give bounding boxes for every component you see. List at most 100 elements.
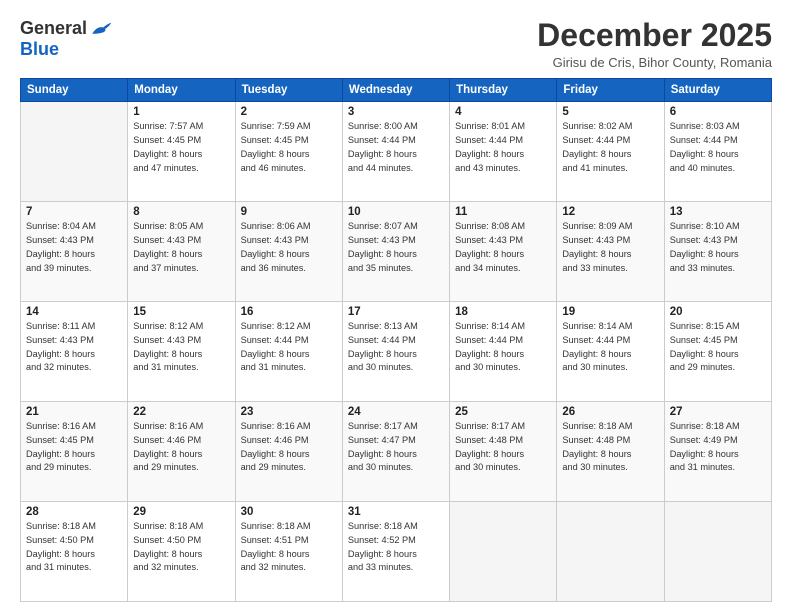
table-row: 7Sunrise: 8:04 AM Sunset: 4:43 PM Daylig…	[21, 202, 128, 302]
day-info: Sunrise: 8:16 AM Sunset: 4:45 PM Dayligh…	[26, 420, 122, 475]
day-number: 14	[26, 306, 122, 318]
calendar-week-4: 28 Sunrise: 8:18 AM Sunset: 4:50 PM Dayli…	[21, 502, 772, 602]
table-row: 23Sunrise: 8:16 AM Sunset: 4:46 PM Dayli…	[235, 402, 342, 502]
table-row: 27 Sunrise: 8:18 AM Sunset: 4:49 PM Dayli…	[664, 402, 771, 502]
day-info: Sunrise: 8:18 AM Sunset: 4:50 PM Dayligh…	[26, 520, 122, 575]
day-info: Sunrise: 8:14 AM Sunset: 4:44 PM Dayligh…	[455, 320, 551, 375]
table-row: 14Sunrise: 8:11 AM Sunset: 4:43 PM Dayli…	[21, 302, 128, 402]
day-info: Sunrise: 8:12 AM Sunset: 4:44 PM Dayligh…	[241, 320, 337, 375]
table-row: 21 Sunrise: 8:16 AM Sunset: 4:45 PM Dayli…	[21, 402, 128, 502]
day-info: Sunrise: 8:17 AM Sunset: 4:48 PM Dayligh…	[455, 420, 551, 475]
table-row	[21, 102, 128, 202]
page: General Blue December 2025 Girisu de Cri…	[0, 0, 792, 612]
day-number: 17	[348, 306, 444, 318]
header-saturday: Saturday	[664, 79, 771, 102]
calendar-header-row: Sunday Monday Tuesday Wednesday Thursday…	[21, 79, 772, 102]
table-row: 16 Sunrise: 8:12 AM Sunset: 4:44 PM Dayli…	[235, 302, 342, 402]
table-row: 30 Sunrise: 8:18 AM Sunset: 4:51 PM Dayli…	[235, 502, 342, 602]
day-info: Sunrise: 8:03 AM Sunset: 4:44 PM Dayligh…	[670, 120, 766, 175]
table-row	[450, 502, 557, 602]
title-section: December 2025 Girisu de Cris, Bihor Coun…	[537, 18, 772, 70]
table-row: 6 Sunrise: 8:03 AM Sunset: 4:44 PM Daylig…	[664, 102, 771, 202]
day-number: 8	[133, 206, 229, 218]
day-info: Sunrise: 8:12 AM Sunset: 4:43 PM Dayligh…	[133, 320, 229, 375]
table-row: 26Sunrise: 8:18 AM Sunset: 4:48 PM Dayli…	[557, 402, 664, 502]
day-number: 11	[455, 206, 551, 218]
day-info: Sunrise: 8:18 AM Sunset: 4:51 PM Dayligh…	[241, 520, 337, 575]
day-info: Sunrise: 8:18 AM Sunset: 4:49 PM Dayligh…	[670, 420, 766, 475]
table-row: 8 Sunrise: 8:05 AM Sunset: 4:43 PM Daylig…	[128, 202, 235, 302]
day-info: Sunrise: 8:18 AM Sunset: 4:52 PM Dayligh…	[348, 520, 444, 575]
day-info: Sunrise: 8:15 AM Sunset: 4:45 PM Dayligh…	[670, 320, 766, 375]
table-row: 29 Sunrise: 8:18 AM Sunset: 4:50 PM Dayli…	[128, 502, 235, 602]
day-number: 24	[348, 406, 444, 418]
header-monday: Monday	[128, 79, 235, 102]
day-number: 27	[670, 406, 766, 418]
day-info: Sunrise: 8:13 AM Sunset: 4:44 PM Dayligh…	[348, 320, 444, 375]
month-title: December 2025	[537, 18, 772, 53]
day-info: Sunrise: 8:08 AM Sunset: 4:43 PM Dayligh…	[455, 220, 551, 275]
day-number: 25	[455, 406, 551, 418]
day-number: 5	[562, 106, 658, 118]
table-row: 4 Sunrise: 8:01 AM Sunset: 4:44 PM Daylig…	[450, 102, 557, 202]
day-info: Sunrise: 8:07 AM Sunset: 4:43 PM Dayligh…	[348, 220, 444, 275]
header-friday: Friday	[557, 79, 664, 102]
day-number: 22	[133, 406, 229, 418]
header: General Blue December 2025 Girisu de Cri…	[20, 18, 772, 70]
day-info: Sunrise: 8:10 AM Sunset: 4:43 PM Dayligh…	[670, 220, 766, 275]
table-row	[664, 502, 771, 602]
day-number: 21	[26, 406, 122, 418]
day-number: 18	[455, 306, 551, 318]
day-number: 30	[241, 506, 337, 518]
day-number: 16	[241, 306, 337, 318]
day-number: 29	[133, 506, 229, 518]
day-number: 1	[133, 106, 229, 118]
table-row: 15 Sunrise: 8:12 AM Sunset: 4:43 PM Dayli…	[128, 302, 235, 402]
table-row: 5 Sunrise: 8:02 AM Sunset: 4:44 PM Daylig…	[557, 102, 664, 202]
header-tuesday: Tuesday	[235, 79, 342, 102]
table-row: 13Sunrise: 8:10 AM Sunset: 4:43 PM Dayli…	[664, 202, 771, 302]
header-sunday: Sunday	[21, 79, 128, 102]
header-wednesday: Wednesday	[342, 79, 449, 102]
day-info: Sunrise: 8:06 AM Sunset: 4:43 PM Dayligh…	[241, 220, 337, 275]
day-info: Sunrise: 7:57 AM Sunset: 4:45 PM Dayligh…	[133, 120, 229, 175]
table-row: 28 Sunrise: 8:18 AM Sunset: 4:50 PM Dayli…	[21, 502, 128, 602]
day-number: 4	[455, 106, 551, 118]
day-info: Sunrise: 8:18 AM Sunset: 4:48 PM Dayligh…	[562, 420, 658, 475]
day-number: 7	[26, 206, 122, 218]
calendar-week-2: 14Sunrise: 8:11 AM Sunset: 4:43 PM Dayli…	[21, 302, 772, 402]
day-number: 12	[562, 206, 658, 218]
table-row: 25 Sunrise: 8:17 AM Sunset: 4:48 PM Dayli…	[450, 402, 557, 502]
table-row: 9 Sunrise: 8:06 AM Sunset: 4:43 PM Daylig…	[235, 202, 342, 302]
table-row: 18 Sunrise: 8:14 AM Sunset: 4:44 PM Dayli…	[450, 302, 557, 402]
day-info: Sunrise: 8:05 AM Sunset: 4:43 PM Dayligh…	[133, 220, 229, 275]
day-info: Sunrise: 8:17 AM Sunset: 4:47 PM Dayligh…	[348, 420, 444, 475]
logo: General Blue	[20, 18, 113, 60]
day-info: Sunrise: 8:01 AM Sunset: 4:44 PM Dayligh…	[455, 120, 551, 175]
table-row: 1 Sunrise: 7:57 AM Sunset: 4:45 PM Daylig…	[128, 102, 235, 202]
logo-blue-text: Blue	[20, 39, 59, 60]
table-row: 20Sunrise: 8:15 AM Sunset: 4:45 PM Dayli…	[664, 302, 771, 402]
day-info: Sunrise: 8:09 AM Sunset: 4:43 PM Dayligh…	[562, 220, 658, 275]
day-info: Sunrise: 8:02 AM Sunset: 4:44 PM Dayligh…	[562, 120, 658, 175]
day-number: 15	[133, 306, 229, 318]
day-number: 10	[348, 206, 444, 218]
table-row: 11 Sunrise: 8:08 AM Sunset: 4:43 PM Dayli…	[450, 202, 557, 302]
day-info: Sunrise: 8:14 AM Sunset: 4:44 PM Dayligh…	[562, 320, 658, 375]
day-number: 28	[26, 506, 122, 518]
calendar-week-0: 1 Sunrise: 7:57 AM Sunset: 4:45 PM Daylig…	[21, 102, 772, 202]
table-row: 12 Sunrise: 8:09 AM Sunset: 4:43 PM Dayli…	[557, 202, 664, 302]
location-subtitle: Girisu de Cris, Bihor County, Romania	[537, 55, 772, 70]
day-info: Sunrise: 8:16 AM Sunset: 4:46 PM Dayligh…	[133, 420, 229, 475]
table-row	[557, 502, 664, 602]
day-number: 19	[562, 306, 658, 318]
day-info: Sunrise: 8:18 AM Sunset: 4:50 PM Dayligh…	[133, 520, 229, 575]
calendar-week-1: 7Sunrise: 8:04 AM Sunset: 4:43 PM Daylig…	[21, 202, 772, 302]
day-number: 6	[670, 106, 766, 118]
day-info: Sunrise: 8:00 AM Sunset: 4:44 PM Dayligh…	[348, 120, 444, 175]
day-number: 23	[241, 406, 337, 418]
day-number: 3	[348, 106, 444, 118]
header-thursday: Thursday	[450, 79, 557, 102]
day-number: 9	[241, 206, 337, 218]
table-row: 24 Sunrise: 8:17 AM Sunset: 4:47 PM Dayli…	[342, 402, 449, 502]
